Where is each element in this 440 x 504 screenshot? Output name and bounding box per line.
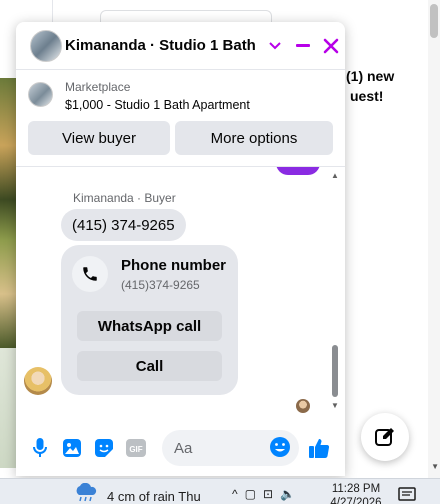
- outgoing-message-bubble: [276, 167, 320, 175]
- message-input[interactable]: [174, 439, 264, 457]
- close-icon[interactable]: [317, 32, 345, 60]
- chat-window: Kimananda · Studio 1 Bath ... Marketplac…: [16, 22, 345, 476]
- buyer-avatar[interactable]: [24, 367, 52, 395]
- clock[interactable]: 11:28 PM 4/27/2026: [330, 482, 382, 504]
- message-input-box[interactable]: [162, 430, 299, 466]
- volume-icon[interactable]: 🔈: [280, 487, 295, 501]
- clock-time: 11:28 PM: [331, 483, 381, 495]
- call-button[interactable]: Call: [77, 351, 222, 381]
- network-icon[interactable]: ⊡: [263, 487, 273, 501]
- svg-text:GIF: GIF: [129, 445, 142, 454]
- page-scroll-down-arrow-icon[interactable]: ▼: [431, 462, 439, 471]
- listing-thumbnail[interactable]: [28, 82, 53, 107]
- minimize-icon[interactable]: [289, 32, 317, 60]
- page-scrollbar[interactable]: ▼: [428, 0, 440, 478]
- more-options-button[interactable]: More options: [175, 121, 333, 155]
- weather-text[interactable]: 4 cm of rain Thu: [107, 489, 201, 504]
- thread-scrollbar-thumb[interactable]: [332, 345, 338, 397]
- listing-avatar[interactable]: [30, 29, 62, 62]
- system-tray: ^ ▢ ⊡ 🔈: [232, 487, 295, 501]
- camera-icon[interactable]: ▢: [245, 487, 256, 501]
- photo-icon[interactable]: [56, 432, 88, 464]
- thread-scrollbar[interactable]: ▲ ▼: [330, 171, 340, 411]
- notification-line-2: uest!: [350, 88, 384, 104]
- thumbs-up-icon[interactable]: [303, 432, 335, 464]
- notification-line-1: (1) new: [346, 68, 395, 84]
- card-phone-number: (415)374-9265: [121, 278, 200, 292]
- notification-center-icon[interactable]: [398, 487, 416, 503]
- phone-icon: [72, 256, 108, 292]
- seen-indicator-avatar: [296, 399, 310, 413]
- rain-cloud-icon[interactable]: [73, 482, 99, 503]
- view-buyer-button[interactable]: View buyer: [28, 121, 170, 155]
- listing-banner: Marketplace $1,000 - Studio 1 Bath Apart…: [16, 70, 345, 166]
- listing-category: Marketplace: [65, 80, 131, 94]
- page-scrollbar-thumb[interactable]: [430, 4, 438, 38]
- microphone-icon[interactable]: [24, 432, 56, 464]
- sticker-icon[interactable]: [88, 432, 120, 464]
- taskbar: 4 cm of rain Thu ^ ▢ ⊡ 🔈 11:28 PM 4/27/2…: [0, 478, 440, 504]
- incoming-message-bubble: (415) 374-9265: [61, 209, 186, 241]
- emoji-icon[interactable]: [269, 436, 293, 460]
- message-composer: GIF: [16, 420, 345, 476]
- whatsapp-call-button[interactable]: WhatsApp call: [77, 311, 222, 341]
- message-thread[interactable]: Kimananda · Buyer (415) 374-9265 Phone n…: [16, 166, 345, 420]
- scroll-up-arrow-icon[interactable]: ▲: [331, 171, 339, 180]
- listing-title[interactable]: $1,000 - Studio 1 Bath Apartment: [65, 98, 250, 112]
- sender-label: Kimananda · Buyer: [73, 191, 176, 205]
- background-notification-text[interactable]: (1) new uest!: [346, 66, 394, 106]
- card-title: Phone number: [121, 257, 227, 274]
- chevron-down-icon[interactable]: [261, 32, 289, 60]
- compose-icon: [375, 428, 394, 446]
- chat-header[interactable]: Kimananda · Studio 1 Bath ...: [16, 22, 345, 70]
- clock-date: 4/27/2026: [330, 497, 382, 504]
- chat-title[interactable]: Kimananda · Studio 1 Bath ...: [65, 37, 257, 54]
- scroll-down-arrow-icon[interactable]: ▼: [331, 401, 339, 410]
- new-message-button[interactable]: [361, 413, 409, 461]
- chevron-up-icon[interactable]: ^: [232, 487, 238, 501]
- phone-number-card: Phone number (415)374-9265 WhatsApp call…: [61, 245, 238, 395]
- gif-icon[interactable]: GIF: [120, 432, 152, 464]
